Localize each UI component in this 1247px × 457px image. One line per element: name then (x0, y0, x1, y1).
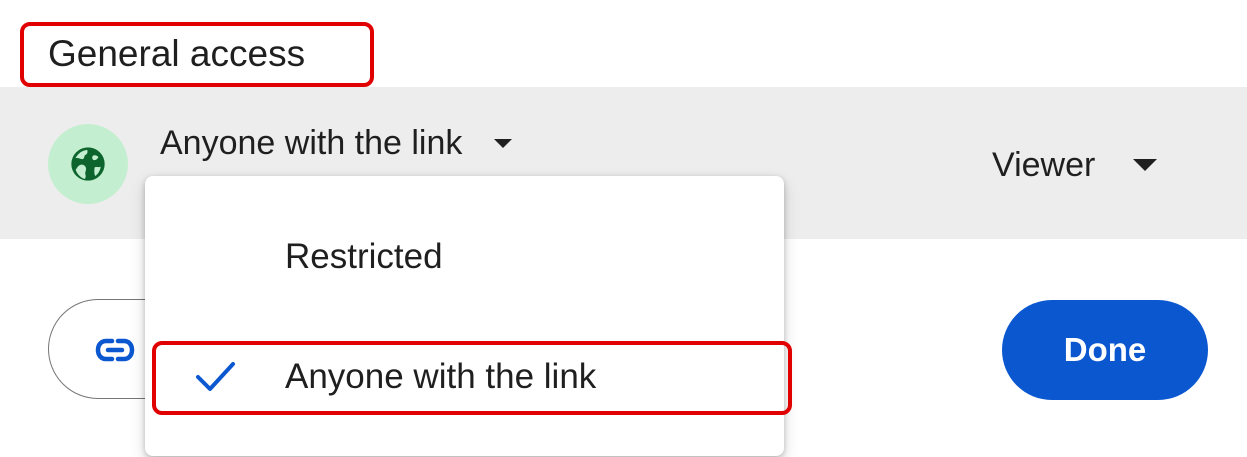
check-icon (196, 362, 235, 391)
access-level-dropdown[interactable]: Anyone with the link (160, 121, 513, 165)
menu-item-restricted[interactable]: Restricted (145, 212, 784, 302)
done-button[interactable]: Done (1002, 300, 1208, 400)
dropdown-arrow-icon (494, 138, 513, 148)
menu-item-label: Restricted (285, 237, 443, 276)
dropdown-arrow-icon (1133, 159, 1158, 171)
access-dropdown-menu: Restricted Anyone with the link (145, 176, 784, 456)
link-icon (95, 338, 135, 362)
globe-icon (48, 124, 128, 204)
menu-item-anyone-with-link[interactable]: Anyone with the link (145, 332, 784, 422)
general-access-title: General access (48, 33, 306, 74)
role-dropdown[interactable]: Viewer (992, 143, 1158, 187)
role-label: Viewer (992, 145, 1096, 184)
access-level-label: Anyone with the link (160, 123, 463, 162)
menu-item-label: Anyone with the link (285, 357, 597, 396)
